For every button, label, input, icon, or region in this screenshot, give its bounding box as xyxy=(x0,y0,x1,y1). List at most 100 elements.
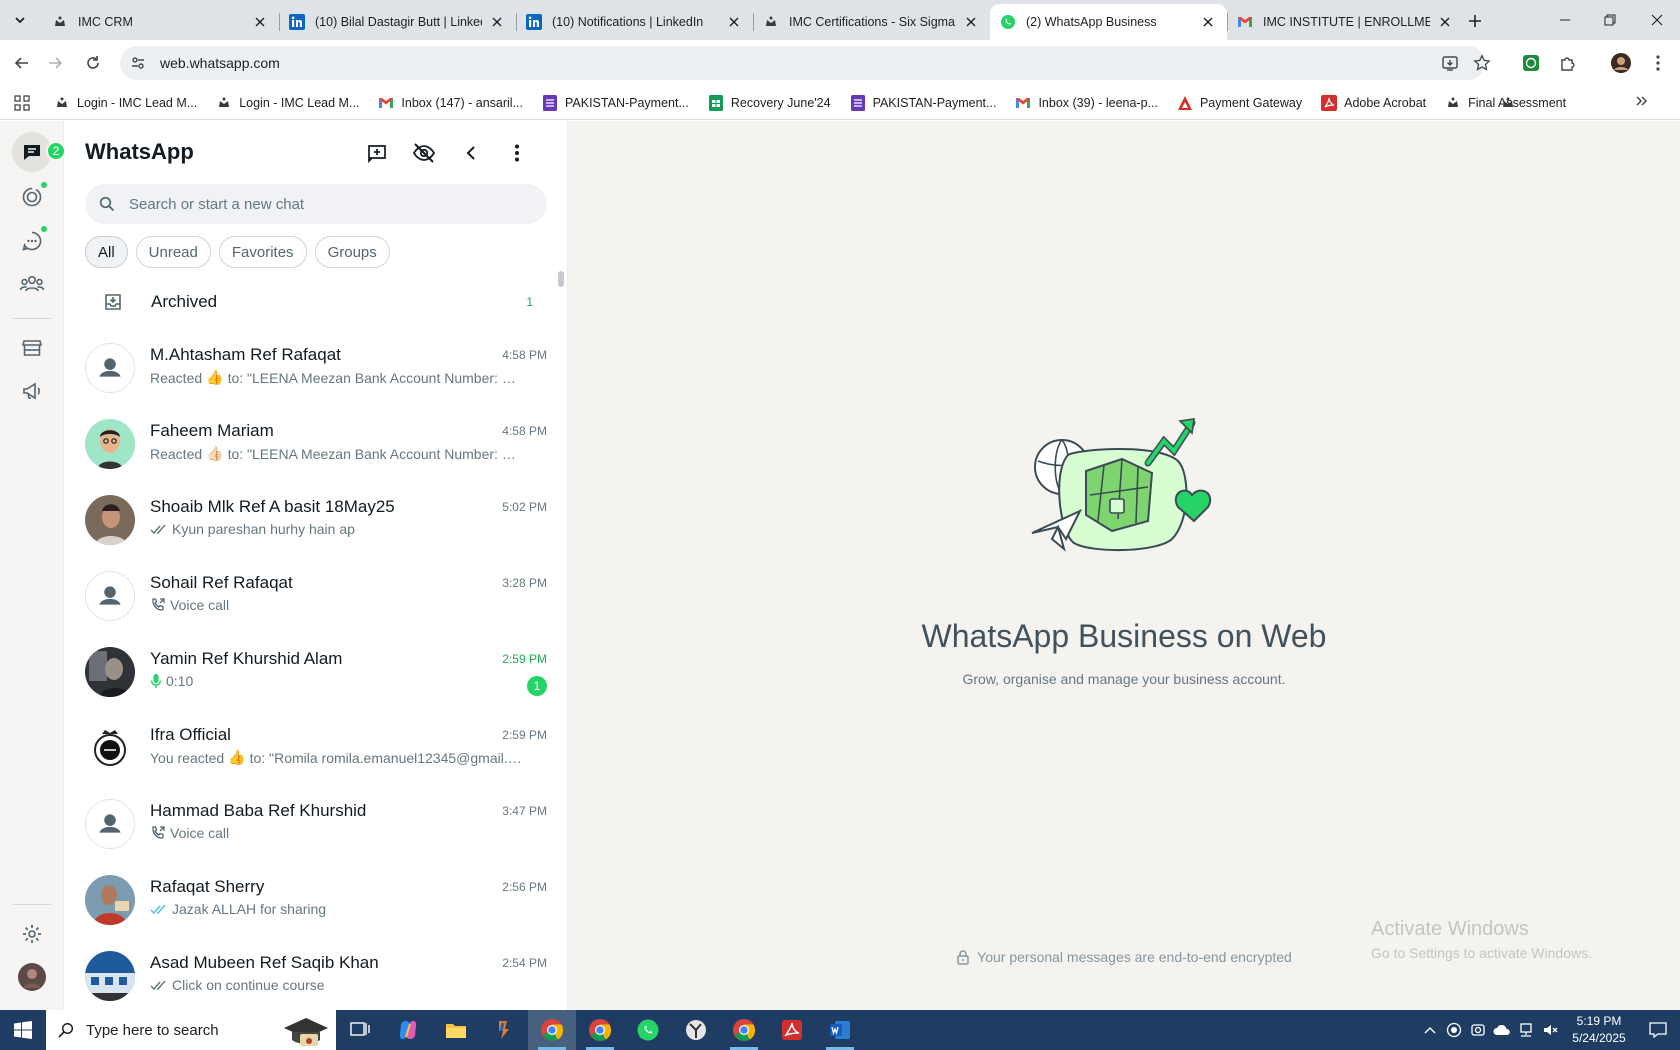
back-button[interactable] xyxy=(7,48,37,78)
onedrive-tray-button[interactable] xyxy=(1490,1010,1514,1050)
bookmark-list: Login - IMC Lead M... Login - IMC Lead M.… xyxy=(54,94,1585,111)
eye-off-icon xyxy=(412,143,436,163)
site-settings-icon[interactable] xyxy=(130,55,146,71)
file-explorer-taskbar-app[interactable] xyxy=(432,1010,480,1050)
bookmark-item[interactable]: Login - IMC Lead M... xyxy=(54,95,197,111)
chat-row[interactable]: Asad Mubeen Ref Saqib Khan 2:54 PM Click o… xyxy=(85,938,547,1010)
forward-button[interactable] xyxy=(40,48,70,78)
close-window-button[interactable] xyxy=(1632,0,1680,40)
filter-chip-unread[interactable]: Unread xyxy=(135,236,211,268)
filter-chip-all[interactable]: All xyxy=(85,236,128,268)
browser-tab[interactable]: (2) WhatsApp Business xyxy=(990,4,1227,40)
close-tab-button[interactable] xyxy=(488,13,506,31)
restore-button[interactable] xyxy=(1585,0,1635,40)
chat-row[interactable]: Shoaib Mlk Ref A basit 18May25 5:02 PM Kyu… xyxy=(85,482,547,558)
close-tab-button[interactable] xyxy=(1199,13,1217,31)
close-tab-button[interactable] xyxy=(1436,13,1454,31)
advertise-nav-button[interactable] xyxy=(12,371,52,411)
browser-tab[interactable]: (10) Bilal Dastagir Butt | LinkedIn xyxy=(279,4,516,40)
profile-button[interactable] xyxy=(1606,48,1636,78)
app-title: WhatsApp xyxy=(85,139,194,164)
more-bookmarks-button[interactable] xyxy=(1634,94,1648,108)
apps-button[interactable] xyxy=(14,94,30,111)
channels-nav-button[interactable] xyxy=(12,221,52,261)
bookmark-item[interactable]: PAKISTAN-Payment... xyxy=(850,94,996,111)
chats-icon xyxy=(24,145,40,160)
chat-list-scrollbar[interactable] xyxy=(558,271,564,287)
close-tab-button[interactable] xyxy=(725,13,743,31)
browser-menu-button[interactable] xyxy=(1643,48,1673,78)
bookmark-item[interactable]: PAKISTAN-Payment... xyxy=(542,94,689,111)
chat-row[interactable]: Yamin Ref Khurshid Alam 2:59 PM 0:10 1 xyxy=(85,634,547,710)
chrome-profile-3-taskbar-app[interactable] xyxy=(720,1010,768,1050)
task-view-button[interactable] xyxy=(336,1010,384,1050)
chat-row-body: M.Ahtasham Ref Rafaqat 4:58 PM Reacted 👍 to:… xyxy=(150,330,547,406)
address-bar[interactable]: web.whatsapp.com xyxy=(120,46,1485,80)
profile-nav-button[interactable] xyxy=(12,957,52,997)
bookmark-star-button[interactable] xyxy=(1467,48,1497,78)
bookmark-item[interactable]: Inbox (39) - leena-p... xyxy=(1015,95,1158,111)
browser-tab[interactable]: (10) Notifications | LinkedIn xyxy=(516,4,753,40)
settings-nav-button[interactable] xyxy=(12,914,52,954)
minimize-button[interactable] xyxy=(1540,0,1590,40)
copilot-taskbar-app[interactable] xyxy=(384,1010,432,1050)
acrobat-taskbar-app[interactable] xyxy=(768,1010,816,1050)
chat-row[interactable]: M.Ahtasham Ref Rafaqat 4:58 PM Reacted 👍 to:… xyxy=(85,330,547,406)
new-tab-button[interactable] xyxy=(1462,8,1488,34)
search-input[interactable] xyxy=(129,195,529,213)
taskbar-clock[interactable]: 5:19 PM 5/24/2025 xyxy=(1562,1013,1636,1047)
bookmark-label: PAKISTAN-Payment... xyxy=(565,95,689,110)
url-text[interactable]: web.whatsapp.com xyxy=(160,55,280,71)
avatar xyxy=(85,495,135,545)
close-tab-button[interactable] xyxy=(251,13,269,31)
communities-nav-button[interactable] xyxy=(12,264,52,304)
chat-row[interactable]: Hammad Baba Ref Khurshid 3:47 PM Voice cal… xyxy=(85,786,547,862)
chats-nav-button[interactable]: 2 xyxy=(12,132,66,172)
filter-chip-favorites[interactable]: Favorites xyxy=(218,236,307,268)
notification-center-button[interactable] xyxy=(1636,1010,1680,1050)
browser-tab[interactable]: IMC INSTITUTE | ENROLLMENT FO xyxy=(1227,4,1464,40)
chat-row[interactable]: Rafaqat Sherry 2:56 PM Jazak ALLAH for sha… xyxy=(85,862,547,938)
chat-row[interactable]: Sohail Ref Rafaqat 3:28 PM Voice call xyxy=(85,558,547,634)
whatsapp-extension-button[interactable] xyxy=(1516,48,1546,78)
whatsapp-taskbar-app[interactable] xyxy=(624,1010,672,1050)
install-app-button[interactable] xyxy=(1435,48,1465,78)
bookmark-extra[interactable] xyxy=(1500,95,1523,111)
record-tray-button[interactable] xyxy=(1442,1010,1466,1050)
browser-tab[interactable]: IMC Certifications - Six Sigma Cer xyxy=(753,4,990,40)
volume-tray-button[interactable] xyxy=(1538,1010,1562,1050)
chrome-profile-2-taskbar-app[interactable] xyxy=(576,1010,624,1050)
status-nav-button[interactable] xyxy=(12,177,52,217)
extensions-button[interactable] xyxy=(1553,48,1583,78)
camera-tray-button[interactable] xyxy=(1466,1010,1490,1050)
reload-button[interactable] xyxy=(78,48,108,78)
bookmark-item[interactable]: Recovery June'24 xyxy=(708,94,831,111)
new-chat-button[interactable] xyxy=(361,137,393,169)
tool-taskbar-app[interactable] xyxy=(480,1010,528,1050)
catalog-nav-button[interactable] xyxy=(12,328,52,368)
bookmark-item[interactable]: Payment Gateway xyxy=(1177,95,1302,111)
word-taskbar-app[interactable] xyxy=(816,1010,864,1050)
collapse-button[interactable] xyxy=(455,137,487,169)
filter-chip-groups[interactable]: Groups xyxy=(314,236,390,268)
chat-row[interactable]: Ifra Official 2:59 PM You reacted 👍 to: "Rom… xyxy=(85,710,547,786)
bookmark-item[interactable]: Login - IMC Lead M... xyxy=(216,95,359,111)
network-tray-button[interactable] xyxy=(1514,1010,1538,1050)
search-bar[interactable] xyxy=(85,184,547,224)
clock-taskbar-app[interactable] xyxy=(672,1010,720,1050)
chrome-taskbar-app[interactable] xyxy=(528,1010,576,1050)
bookmark-item[interactable]: Inbox (147) - ansaril... xyxy=(378,95,523,111)
start-button[interactable] xyxy=(0,1010,46,1050)
hide-button[interactable] xyxy=(408,137,440,169)
taskbar-search[interactable]: Type here to search xyxy=(46,1010,336,1050)
menu-button[interactable] xyxy=(501,137,533,169)
browser-tab[interactable]: IMC CRM xyxy=(42,4,279,40)
chat-row[interactable]: Faheem Mariam 4:58 PM Reacted 👍🏻 to: "LEENA … xyxy=(85,406,547,482)
taskbar-search-placeholder[interactable]: Type here to search xyxy=(86,1022,219,1039)
bookmark-item[interactable]: Adobe Acrobat xyxy=(1321,94,1426,111)
archived-row[interactable]: Archived 1 xyxy=(85,279,547,325)
close-tab-button[interactable] xyxy=(962,13,980,31)
nav-rail: 2 xyxy=(0,121,66,1010)
tab-search-dropdown-button[interactable] xyxy=(6,6,34,34)
show-hidden-icons-button[interactable] xyxy=(1418,1010,1442,1050)
